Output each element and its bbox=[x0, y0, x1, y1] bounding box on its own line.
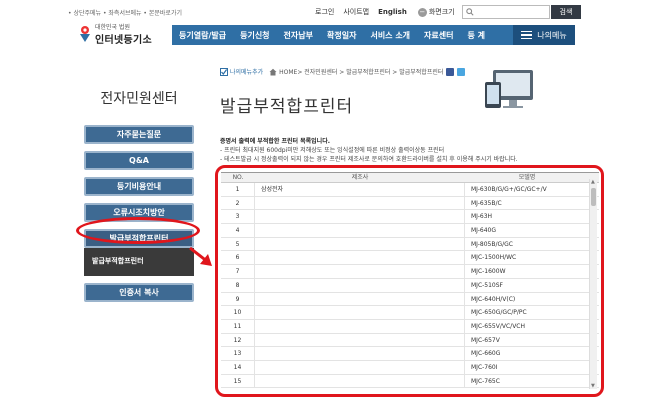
nav-item-service-intro[interactable]: 서비스 소개 bbox=[363, 30, 417, 41]
court-emblem-icon bbox=[80, 26, 90, 42]
page-title: 발급부적합프린터 bbox=[220, 97, 354, 117]
hamburger-icon bbox=[521, 29, 533, 42]
sidebar-title: 전자민원센터 bbox=[100, 91, 178, 107]
sidebar-item-fees[interactable]: 등기비용안내 bbox=[84, 177, 194, 196]
highlight-oval bbox=[76, 217, 200, 244]
site-logo[interactable]: 대한민국 법원 인터넷등기소 bbox=[78, 22, 152, 46]
nav-item-e-payment[interactable]: 전자납부 bbox=[277, 30, 320, 41]
checkbox-icon bbox=[220, 67, 228, 76]
english-link[interactable]: English bbox=[378, 8, 407, 16]
devices-illustration-icon bbox=[485, 70, 533, 108]
logo-subtitle: 대한민국 법원 bbox=[95, 24, 131, 31]
search-input[interactable] bbox=[477, 13, 547, 26]
add-my-menu-link[interactable]: 나의메뉴추가 bbox=[230, 67, 263, 76]
search-icon bbox=[466, 8, 474, 16]
zoom-label: 화면크기 bbox=[428, 8, 455, 16]
breadcrumb: 나의메뉴추가 HOME> 전자민원센터 > 발급부적합프린터 > 발급부적합프린… bbox=[220, 67, 466, 76]
zoom-out-button[interactable]: − bbox=[417, 7, 427, 17]
pointer-arrow-icon bbox=[189, 246, 212, 266]
page: • 상단주메뉴 • 좌측서브메뉴 • 본문바로가기 로그인 사이트맵 Engli… bbox=[0, 0, 652, 400]
search-box bbox=[462, 5, 550, 26]
highlight-box bbox=[215, 165, 604, 397]
sidebar-item-qna[interactable]: Q&A bbox=[84, 151, 194, 170]
login-link[interactable]: 로그인 bbox=[315, 7, 334, 17]
twitter-icon[interactable] bbox=[457, 67, 466, 76]
nav-item-registry-view[interactable]: 등기열람/발급 bbox=[172, 30, 233, 41]
nav-item-registry-apply[interactable]: 등기신청 bbox=[233, 30, 276, 41]
breadcrumb-path: HOME> 전자민원센터 > 발급부적합프린터 > 발급부적합프린터 bbox=[279, 69, 444, 76]
logo-title: 인터넷등기소 bbox=[95, 35, 152, 46]
intro-heading: 증명서 출력에 부적합한 프린터 목록입니다. bbox=[220, 138, 330, 145]
sidebar-item-cert-copy[interactable]: 인증서 복사 bbox=[84, 283, 194, 302]
my-menu-button[interactable]: 나의메뉴 bbox=[513, 25, 575, 45]
nav-item-statistics[interactable]: 등 계 bbox=[461, 30, 493, 41]
nav-item-data-center[interactable]: 자료센터 bbox=[417, 30, 460, 41]
facebook-icon[interactable] bbox=[446, 67, 455, 76]
intro-line-2: - 테스트발급 시 정상출력이 되지 않는 경우 프린터 제조사로 문의하여 호… bbox=[220, 156, 518, 163]
sidebar-item-faq[interactable]: 자주묻는질문 bbox=[84, 125, 194, 144]
nav-item-fixed-date[interactable]: 확정일자 bbox=[320, 30, 363, 41]
sitemap-link[interactable]: 사이트맵 bbox=[343, 7, 369, 17]
home-icon bbox=[269, 68, 277, 75]
utility-links: 로그인 사이트맵 English − 화면크기 + bbox=[315, 7, 486, 17]
top-bar: • 상단주메뉴 • 좌측서브메뉴 • 본문바로가기 로그인 사이트맵 Engli… bbox=[0, 0, 652, 26]
my-menu-label: 나의메뉴 bbox=[537, 30, 567, 40]
intro-text: 증명서 출력에 부적합한 프린터 목록입니다. - 프린터 최대지원 600dp… bbox=[220, 137, 590, 164]
intro-line-1: - 프린터 최대지원 600dpi미만 저해상도 또는 잉식설정에 따른 비정상… bbox=[220, 147, 445, 154]
sidebar-subitem-unsuitable-printers[interactable]: 발급부적합프린터 bbox=[84, 248, 194, 276]
main-nav: 등기열람/발급 등기신청 전자납부 확정일자 서비스 소개 자료센터 등 계 bbox=[172, 25, 571, 45]
skip-links[interactable]: • 상단주메뉴 • 좌측서브메뉴 • 본문바로가기 bbox=[68, 8, 182, 17]
search-button[interactable]: 검색 bbox=[551, 5, 581, 19]
